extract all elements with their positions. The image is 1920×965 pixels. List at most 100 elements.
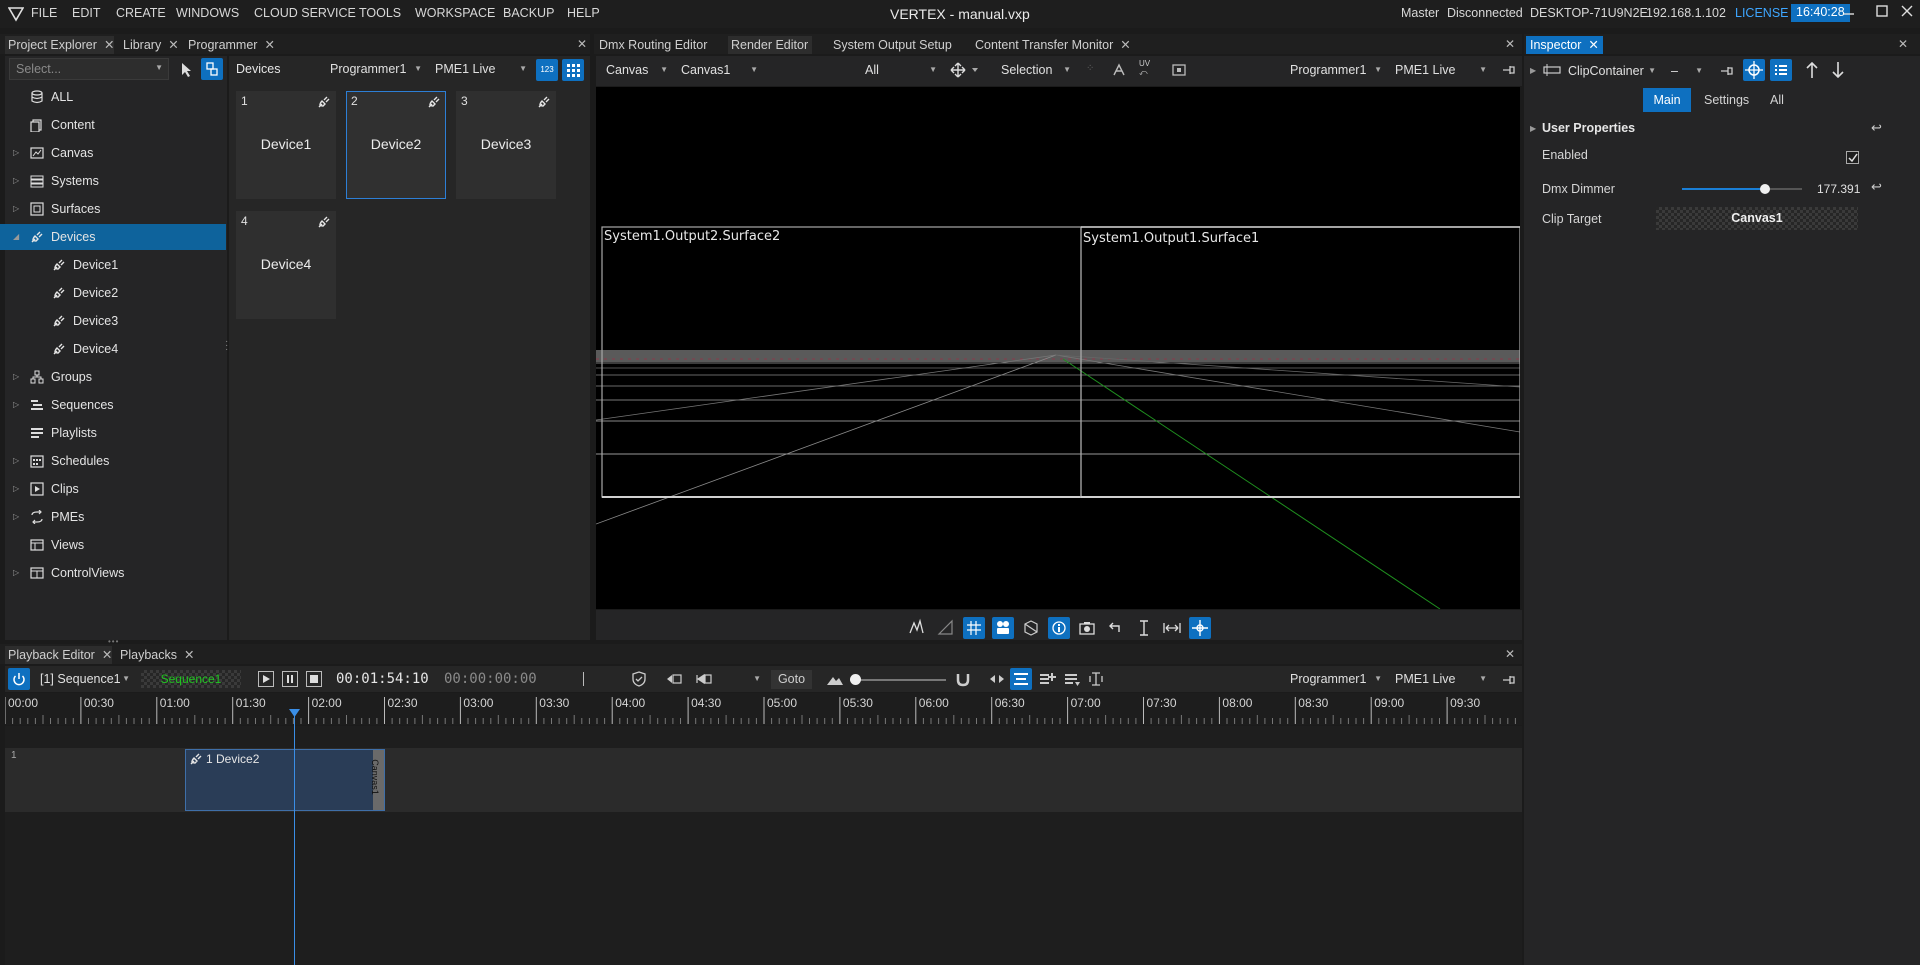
tree-item-systems[interactable]: ▷ Systems [0,168,226,194]
close-icon[interactable]: ✕ [168,38,178,52]
expand-arrow-icon[interactable]: ▶ [1530,124,1536,133]
grid-view-icon[interactable] [562,59,584,81]
grid-icon[interactable] [963,617,986,639]
play-icon[interactable] [258,671,274,687]
tab-project-explorer[interactable]: Project Explorer ✕ [5,36,115,54]
render-pme-select[interactable]: PME1 Live ▼ [1391,59,1491,81]
app-logo-icon[interactable] [8,6,24,22]
slider-thumb[interactable] [1760,184,1771,194]
programmer-select[interactable]: Programmer1 ▼ [326,58,426,80]
tree-item-device1[interactable]: Device1 [0,252,226,278]
list-icon[interactable] [1770,59,1792,81]
tree-item-pmes[interactable]: ▷ PMEs [0,504,226,530]
go-back-icon[interactable] [664,670,684,688]
surface-label[interactable]: System1.Output2.Surface2 [604,229,780,244]
pme-select[interactable]: PME1 Live ▼ [431,58,531,80]
close-window-icon[interactable] [1900,4,1914,18]
move-icon[interactable] [1189,617,1211,639]
pin-icon[interactable] [1500,672,1516,688]
panel-close-icon[interactable]: ✕ [1505,647,1515,661]
license-link[interactable]: LICENSE [1735,6,1789,20]
playhead[interactable] [294,711,295,965]
cue-select[interactable]: ▼ [721,668,765,690]
lock-axis-icon[interactable] [1110,61,1128,79]
add-track-icon[interactable] [1038,670,1056,688]
arrow-down-icon[interactable] [1831,61,1845,79]
pin-icon[interactable] [1718,63,1734,79]
dmx-dimmer-slider[interactable] [1682,182,1802,196]
expand-arrow-icon[interactable]: ▷ [13,560,19,586]
tree-item-device3[interactable]: Device3 [0,308,226,334]
fit-width-icon[interactable] [1161,617,1183,639]
text-cursor-icon[interactable] [1087,670,1105,688]
reset-icon[interactable]: ↩ [1871,179,1882,195]
tab-dmx-routing-editor[interactable]: Dmx Routing Editor [596,36,707,54]
tree-item-groups[interactable]: ▷ Groups [0,364,226,390]
menu-help[interactable]: HELP [567,6,600,20]
undo-icon[interactable] [1104,617,1126,639]
close-icon[interactable]: ✕ [104,38,114,52]
expand-arrow-icon[interactable]: ▷ [13,476,19,502]
numbered-toggle[interactable]: 123 [536,59,558,81]
expand-arrow-icon[interactable]: ▷ [13,140,19,166]
slider-thumb[interactable] [850,674,861,685]
tree-item-sequences[interactable]: ▷ Sequences [0,392,226,418]
device-tile[interactable]: 1 Device1 [236,91,336,199]
clip-target-field[interactable]: Canvas1 [1656,207,1858,230]
info-icon[interactable] [1048,617,1070,639]
maximize-icon[interactable] [1875,4,1889,18]
sequence-select[interactable]: [1] Sequence1 ▼ [36,668,134,690]
render-viewport[interactable]: System1.Output2.Surface2 System1.Output1… [596,87,1520,609]
search-input[interactable]: Select... ▼ [9,58,169,80]
tree-item-canvas[interactable]: ▷ Canvas [0,140,226,166]
device-tile[interactable]: 2 Device2 [346,91,446,199]
menu-backup[interactable]: BACKUP [503,6,554,20]
menu-file[interactable]: FILE [31,6,57,20]
timeline-ruler[interactable] [5,693,1522,725]
snap-magnet-icon[interactable] [954,670,972,688]
expand-arrow-icon[interactable]: ▷ [13,504,19,530]
tree-item-controlviews[interactable]: ▷ ControlViews [0,560,226,586]
dash-select[interactable]: – ▼ [1667,60,1707,82]
list-sort-icon[interactable] [1063,670,1081,688]
expand-arrow-icon[interactable]: ▷ [13,364,19,390]
crop-icon[interactable] [1170,61,1188,79]
dmx-dimmer-value[interactable]: 177.391 [1817,182,1860,196]
tree-item-clips[interactable]: ▷ Clips [0,476,226,502]
view-select[interactable]: Canvas ▼ [602,59,672,81]
text-cursor-icon[interactable] [1133,617,1155,639]
uv-icon[interactable]: UV ⤺ [1139,59,1150,77]
object-select[interactable]: ClipContainer ▼ [1564,60,1660,82]
timeline-zoom-slider[interactable] [850,674,946,686]
arrow-up-icon[interactable] [1805,61,1819,79]
power-icon[interactable] [8,668,30,690]
expand-arrow-icon[interactable]: ▶ [1530,66,1536,75]
expand-arrow-icon[interactable]: ▷ [13,448,19,474]
expand-arrow-icon[interactable]: ▷ [13,392,19,418]
fit-timeline-icon[interactable] [988,670,1006,688]
expand-arrow-icon[interactable]: ▷ [13,168,19,194]
sequence-name-field[interactable]: Sequence1 [141,670,241,688]
device-tile[interactable]: 3 Device3 [456,91,556,199]
tree-item-all[interactable]: ALL [0,84,226,110]
filter-select[interactable]: All ▼ [861,59,941,81]
pin-icon[interactable] [1500,62,1516,78]
tab-programmer[interactable]: Programmer ✕ [185,36,275,54]
goto-button[interactable]: Goto [771,670,812,689]
tab-playbacks[interactable]: Playbacks ✕ [117,646,194,664]
select-pointer-icon[interactable] [175,58,197,80]
tab-content-transfer-monitor[interactable]: Content Transfer Monitor ✕ [972,36,1131,54]
waveform-icon[interactable] [907,617,929,639]
minimize-icon[interactable] [1842,4,1856,18]
go-forward-icon[interactable] [694,670,714,688]
tool-select[interactable]: Selection ▼ [997,59,1075,81]
link-selection-icon[interactable] [201,58,223,80]
render-programmer-select[interactable]: Programmer1 ▼ [1286,59,1386,81]
panel-close-icon[interactable]: ✕ [577,37,587,51]
close-icon[interactable]: ✕ [1120,38,1130,52]
shield-icon[interactable] [630,670,648,688]
snapshot-icon[interactable] [1076,617,1098,639]
tree-item-content[interactable]: Content [0,112,226,138]
camera-group-icon[interactable] [991,617,1014,639]
target-icon[interactable] [1743,59,1765,81]
